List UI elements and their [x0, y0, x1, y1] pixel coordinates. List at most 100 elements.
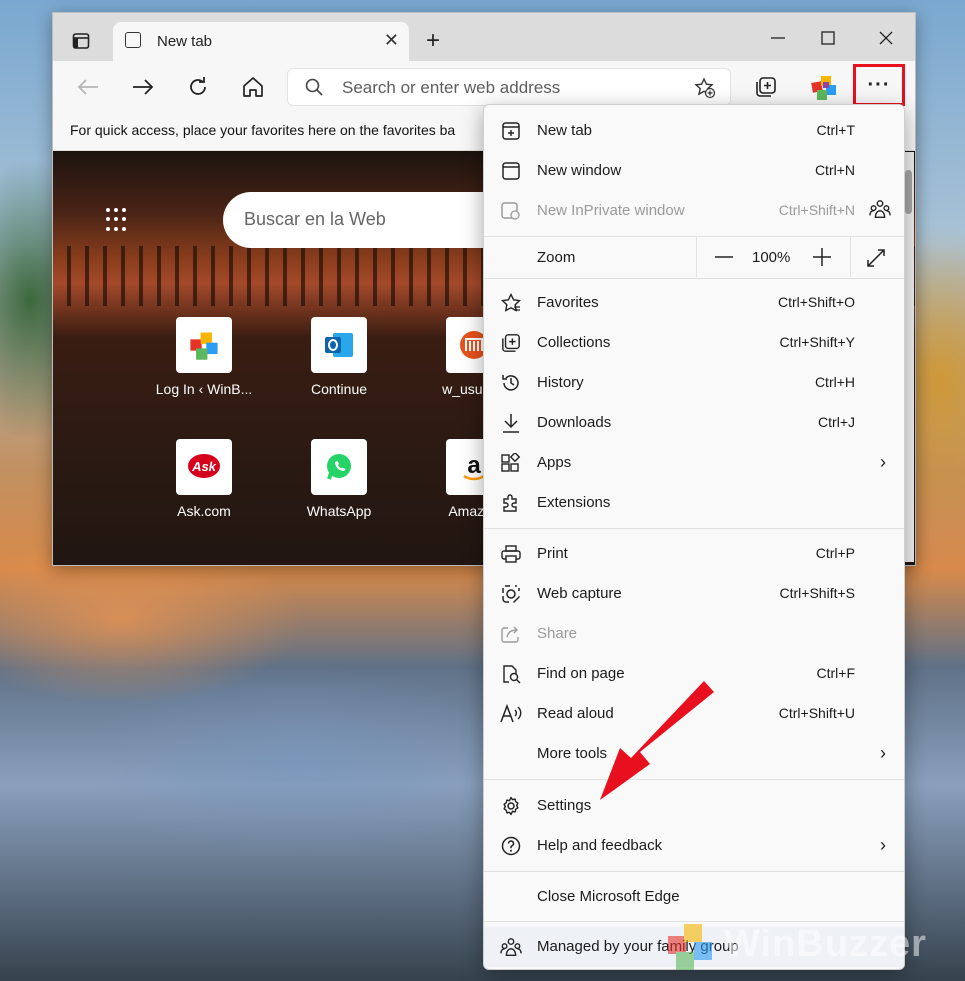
menu-label: Collections — [537, 334, 611, 351]
settings-and-more-icon[interactable]: ··· — [853, 64, 905, 106]
menu-shortcut: Ctrl+Shift+S — [779, 585, 855, 601]
winbuzzer-icon — [176, 317, 232, 373]
history-clock-icon — [500, 373, 522, 393]
menu-label: Find on page — [537, 665, 625, 682]
menu-item-find-on-page[interactable]: Find on page Ctrl+F — [484, 654, 904, 694]
menu-label: Apps — [537, 454, 572, 471]
menu-item-help-and-feedback[interactable]: Help and feedback › — [484, 826, 904, 866]
web-capture-icon — [500, 584, 522, 604]
app-launcher-icon[interactable] — [106, 208, 130, 232]
quick-link-label: Continue — [310, 381, 368, 397]
address-bar[interactable]: Search or enter web address — [287, 68, 731, 106]
menu-shortcut: Ctrl+Shift+O — [777, 294, 855, 310]
winbuzzer-watermark: WinBuzzer — [662, 918, 962, 974]
menu-item-apps[interactable]: Apps › — [484, 443, 904, 483]
favorites-bar-hint: For quick access, place your favorites h… — [70, 122, 456, 138]
menu-item-read-aloud[interactable]: Read aloud Ctrl+Shift+U — [484, 694, 904, 734]
menu-label: Share — [537, 625, 578, 642]
winbuzzer-extension-icon[interactable] — [808, 71, 840, 103]
forward-arrow-icon[interactable] — [130, 74, 156, 100]
search-icon — [304, 77, 324, 97]
quick-link-tile[interactable]: Ask Ask.com — [149, 439, 259, 539]
collections-icon[interactable] — [753, 74, 779, 100]
menu-item-print[interactable]: Print Ctrl+P — [484, 534, 904, 574]
tab-actions-icon[interactable] — [71, 31, 91, 51]
new-tab-icon — [500, 121, 522, 141]
title-bar: New tab ✕ + — [53, 13, 915, 61]
minimize-icon[interactable] — [763, 23, 793, 53]
menu-item-settings[interactable]: Settings — [484, 786, 904, 826]
menu-shortcut: Ctrl+F — [816, 665, 856, 681]
menu-item-collections[interactable]: Collections Ctrl+Shift+Y — [484, 323, 904, 363]
back-arrow-icon[interactable] — [75, 74, 101, 100]
menu-label: Extensions — [537, 494, 611, 511]
menu-item-web-capture[interactable]: Web capture Ctrl+Shift+S — [484, 574, 904, 614]
menu-item-close-microsoft-edge[interactable]: Close Microsoft Edge — [484, 877, 904, 917]
menu-item-new-window[interactable]: New window Ctrl+N — [484, 151, 904, 191]
address-placeholder: Search or enter web address — [342, 78, 561, 97]
menu-label: New tab — [537, 122, 593, 139]
zoom-divider — [850, 237, 851, 277]
menu-item-more-tools[interactable]: More tools › — [484, 734, 904, 774]
menu-item-downloads[interactable]: Downloads Ctrl+J — [484, 403, 904, 443]
chevron-right-icon: › — [880, 743, 886, 763]
chevron-right-icon: › — [880, 452, 886, 472]
tab-new-tab[interactable]: New tab ✕ — [113, 22, 409, 61]
menu-item-favorites[interactable]: Favorites Ctrl+Shift+O — [484, 283, 904, 323]
menu-separator — [484, 528, 904, 529]
outlook-icon — [311, 317, 367, 373]
svg-text:Ask: Ask — [191, 459, 217, 474]
quick-link-label: Ask.com — [177, 503, 231, 519]
menu-label: Print — [537, 545, 568, 562]
ask-icon: Ask — [176, 439, 232, 495]
settings-gear-icon — [500, 796, 522, 816]
menu-item-extensions[interactable]: Extensions — [484, 483, 904, 523]
menu-label: Favorites — [537, 294, 599, 311]
close-window-icon[interactable] — [871, 23, 901, 53]
apps-grid-icon — [500, 453, 522, 473]
menu-label: New window — [537, 162, 622, 179]
new-tab-plus-icon[interactable]: + — [421, 27, 445, 54]
menu-item-new-inprivate-window[interactable]: New InPrivate window Ctrl+Shift+N — [484, 191, 904, 231]
tab-close-icon[interactable]: ✕ — [384, 30, 399, 51]
menu-item-new-tab[interactable]: New tab Ctrl+T — [484, 111, 904, 151]
home-icon[interactable] — [240, 74, 266, 100]
quick-link-tile[interactable]: WhatsApp — [284, 439, 394, 539]
menu-separator — [484, 871, 904, 872]
menu-shortcut: Ctrl+T — [816, 122, 856, 138]
menu-shortcut: Ctrl+Shift+U — [778, 705, 855, 721]
web-search-placeholder: Buscar en la Web — [244, 209, 386, 229]
add-favorite-star-icon[interactable] — [694, 77, 716, 99]
maximize-icon[interactable] — [813, 23, 843, 53]
fullscreen-expand-icon[interactable] — [864, 246, 888, 270]
menu-shortcut: Ctrl+Shift+Y — [779, 334, 855, 350]
menu-item-history[interactable]: History Ctrl+H — [484, 363, 904, 403]
menu-label: Web capture — [537, 585, 622, 602]
favorites-star-icon — [500, 293, 522, 313]
chevron-right-icon: › — [880, 835, 886, 855]
menu-label: Close Microsoft Edge — [537, 888, 680, 905]
tab-title: New tab — [157, 33, 213, 50]
read-aloud-icon — [500, 704, 522, 724]
scrollbar-thumb[interactable] — [905, 170, 912, 214]
zoom-label: Zoom — [537, 249, 576, 266]
help-question-icon — [500, 836, 522, 856]
menu-item-share[interactable]: Share — [484, 614, 904, 654]
family-group-icon — [500, 937, 522, 957]
menu-label: New InPrivate window — [537, 202, 685, 219]
menu-label: History — [537, 374, 584, 391]
refresh-icon[interactable] — [185, 74, 211, 100]
quick-link-tile[interactable]: Log In ‹ WinB... — [149, 317, 259, 417]
watermark-text: WinBuzzer — [724, 923, 927, 965]
zoom-value: 100% — [752, 249, 791, 266]
quick-link-tile[interactable]: Continue — [284, 317, 394, 417]
inprivate-icon — [500, 201, 522, 221]
quick-link-label: WhatsApp — [306, 503, 372, 519]
new-tab-favicon-icon — [125, 32, 141, 48]
menu-label: Downloads — [537, 414, 612, 431]
zoom-in-button[interactable] — [808, 243, 836, 271]
zoom-out-button[interactable] — [710, 243, 738, 271]
menu-label: Settings — [537, 797, 592, 814]
menu-shortcut: Ctrl+P — [815, 545, 855, 561]
zoom-row: Zoom 100% — [484, 237, 904, 277]
